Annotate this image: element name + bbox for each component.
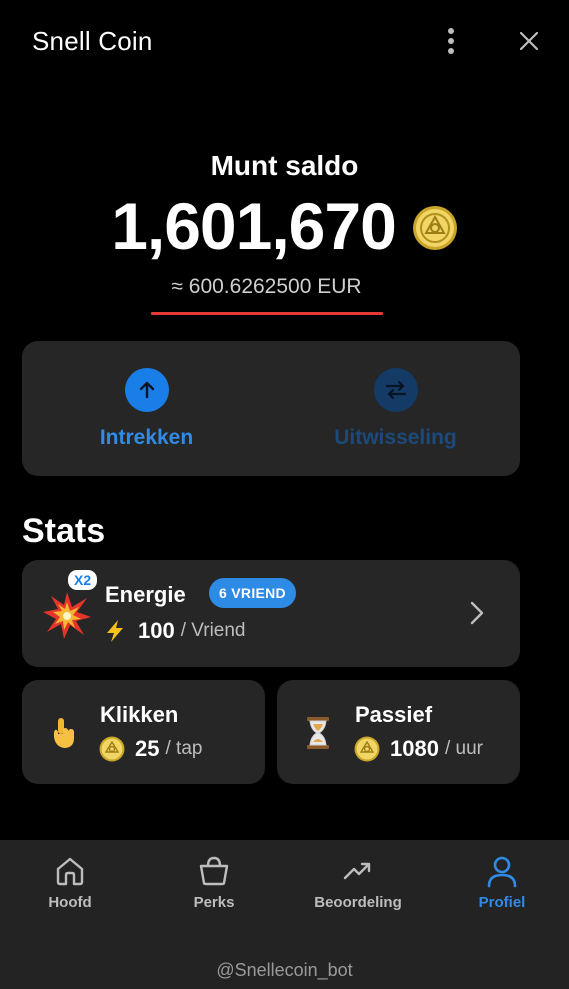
exchange-icon (373, 368, 418, 412)
energy-title: Energie (105, 582, 186, 607)
coin-icon (354, 736, 380, 762)
passive-value: 1080 (390, 736, 439, 761)
clicks-title: Klikken (100, 702, 179, 727)
energy-card[interactable]: X2 Energie 6 VRIEND 100 / Vriend (22, 560, 520, 667)
nav-label-beoordeling: Beoordeling (314, 894, 402, 911)
nav-label-profiel: Profiel (478, 894, 526, 911)
eur-equivalent: ≈ 600.6262500 EUR (171, 275, 362, 298)
nav-item-profiel[interactable]: Profiel (442, 854, 562, 911)
trend-icon (343, 862, 371, 880)
withdraw-button[interactable]: Intrekken (22, 341, 271, 476)
exchange-label: Uitwisseling (334, 426, 457, 449)
profile-icon (487, 856, 517, 888)
passive-line: 1080 / uur (354, 736, 483, 762)
bag-icon (199, 856, 229, 886)
lightning-icon (107, 620, 123, 642)
app-title: Snell Coin (32, 26, 153, 56)
nav-item-perks[interactable]: Perks (154, 854, 274, 911)
passive-unit: / uur (444, 738, 483, 759)
clicks-card: Klikken 25 / tap (22, 680, 265, 784)
balance-label: Munt saldo (210, 150, 359, 181)
collision-icon (43, 592, 91, 639)
pointing-hand-icon (53, 718, 74, 748)
passive-title: Passief (355, 702, 433, 727)
bottom-nav: Hoofd Perks Beoordeling Profiel @Snellec… (0, 840, 569, 989)
hourglass-icon (307, 717, 329, 749)
energy-unit: / Vriend (180, 620, 246, 641)
coin-icon (99, 736, 125, 762)
bot-handle[interactable]: @Snellecoin_bot (0, 960, 569, 981)
energy-line: 100 / Vriend (104, 618, 246, 644)
actions-card: Intrekken Uitwisseling (22, 341, 520, 476)
friend-badge: 6 VRIEND (209, 578, 296, 608)
multiplier-badge: X2 (68, 570, 98, 590)
stats-title: Stats (22, 512, 106, 550)
coin-icon (412, 206, 457, 250)
header: Snell Coin (0, 0, 569, 82)
balance-row: 1,601,670 (0, 188, 569, 264)
nav-label-perks: Perks (193, 894, 235, 911)
passive-card: Passief 1080 / uur (277, 680, 520, 784)
more-options-icon[interactable] (440, 24, 462, 58)
chevron-right-icon (470, 601, 484, 625)
clicks-unit: / tap (165, 738, 203, 759)
exchange-button[interactable]: Uitwisseling (271, 341, 520, 476)
withdraw-label: Intrekken (99, 426, 194, 449)
eur-underline (151, 312, 383, 315)
arrow-up-icon (124, 368, 169, 412)
nav-item-hoofd[interactable]: Hoofd (10, 854, 130, 911)
close-icon[interactable] (514, 26, 544, 56)
clicks-value: 25 (135, 736, 160, 761)
nav-item-beoordeling[interactable]: Beoordeling (298, 854, 418, 911)
energy-value: 100 (138, 618, 175, 643)
clicks-line: 25 / tap (99, 736, 202, 762)
nav-label-hoofd: Hoofd (48, 894, 92, 911)
balance-value: 1,601,670 (111, 189, 397, 263)
home-icon (56, 857, 84, 886)
